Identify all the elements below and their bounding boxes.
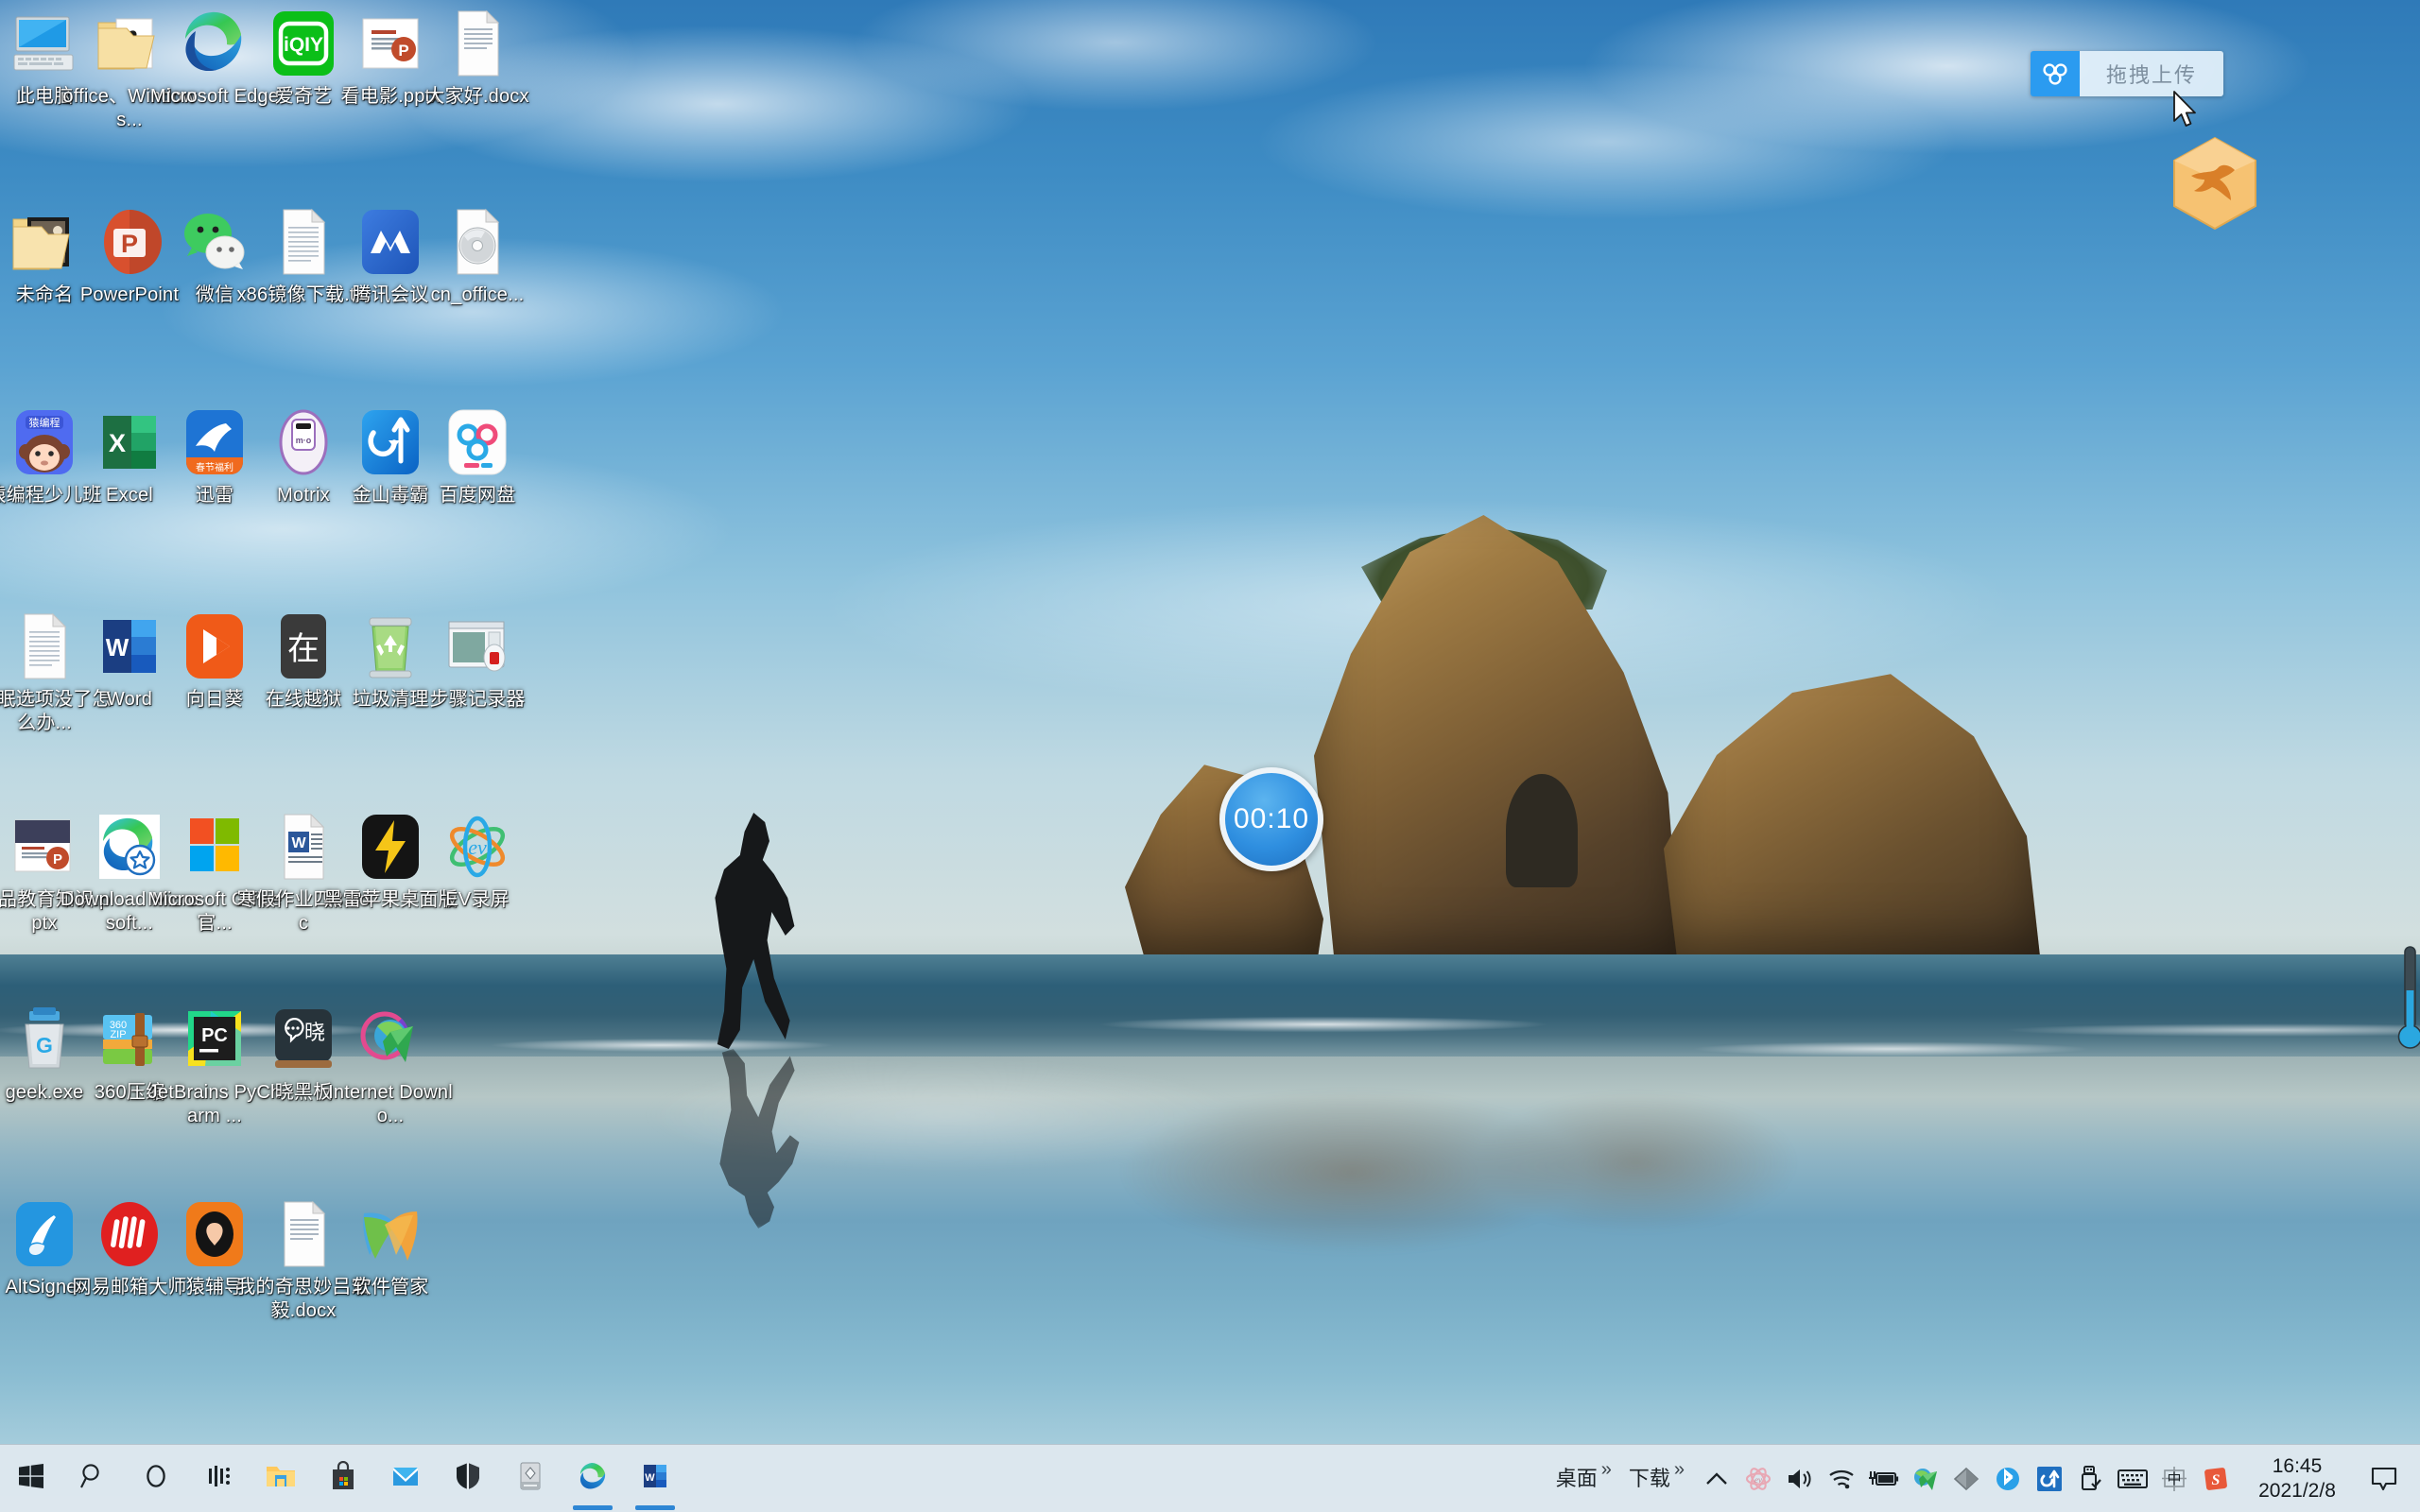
sogou-ime-tray-icon[interactable]: S <box>2195 1445 2237 1512</box>
mail-icon <box>390 1463 421 1494</box>
mail-button[interactable] <box>374 1445 437 1512</box>
countdown-timer-widget[interactable]: 00:10 <box>1219 767 1323 871</box>
desktop-icon[interactable]: 软件管家 <box>320 1198 461 1299</box>
desktop-icon[interactable]: Internet Downlo... <box>320 1004 461 1128</box>
iso-disc-icon <box>441 206 513 278</box>
toolbar-label: 下载 <box>1628 1466 1670 1490</box>
timer-value: 00:10 <box>1233 803 1310 834</box>
svg-text:S: S <box>2212 1472 2221 1488</box>
svg-text:iQIY: iQIY <box>284 34 323 56</box>
svg-text:在: 在 <box>287 630 320 668</box>
desktop-icon-label: 步骤记录器 <box>429 689 526 710</box>
tray-icon-list: ev 中 S <box>1696 1445 2237 1512</box>
desktop-icon[interactable]: cn_office... <box>406 206 548 307</box>
battery-tray-icon[interactable] <box>1862 1445 1904 1512</box>
start-button[interactable] <box>0 1445 62 1512</box>
desktop-icon-label: 软件管家 <box>352 1277 429 1297</box>
svg-text:W: W <box>106 633 130 662</box>
scanner-icon <box>517 1461 544 1496</box>
blank-doc-icon <box>441 8 513 79</box>
mouse-cursor <box>2172 91 2199 130</box>
svg-text:猿编程: 猿编程 <box>29 416 60 429</box>
microsoft-edge-icon <box>578 1461 608 1496</box>
cortana-circle-icon <box>142 1462 170 1495</box>
search-button[interactable] <box>62 1445 125 1512</box>
ev-recorder-tray-icon[interactable]: ev <box>1737 1445 1779 1512</box>
word-taskbar-button[interactable]: W <box>624 1445 686 1512</box>
svg-text:中: 中 <box>2167 1470 2181 1487</box>
desktop-icon[interactable]: 百度网盘 <box>406 406 548 507</box>
baidu-netdisk-drag-upload-widget[interactable]: 拖拽上传 <box>2031 51 2223 96</box>
kingsoft-tray-icon[interactable] <box>2029 1445 2070 1512</box>
svg-text:ZIP: ZIP <box>110 1029 126 1040</box>
scanner-button[interactable] <box>499 1445 562 1512</box>
task-view-button[interactable] <box>187 1445 250 1512</box>
svg-text:春节福利: 春节福利 <box>196 461 233 473</box>
running-indicator <box>573 1504 613 1510</box>
windows-security-button[interactable] <box>437 1445 499 1512</box>
toolbar-overflow-chevron-icon[interactable]: » <box>1598 1459 1612 1512</box>
file-explorer-icon <box>265 1462 297 1495</box>
taskbar-toolbars: 桌面» 下载» <box>1550 1445 1696 1512</box>
shield-icon <box>456 1462 480 1495</box>
taskbar-pinned-apps: W <box>0 1445 686 1512</box>
desktop-icon-label: cn_office... <box>430 284 525 305</box>
search-icon <box>79 1462 108 1495</box>
svg-text:W: W <box>291 835 306 851</box>
baidu-netdisk-cloud-icon <box>2031 51 2080 96</box>
toolbar-overflow-chevron-icon[interactable]: » <box>1670 1459 1685 1512</box>
microsoft-store-icon <box>329 1460 357 1496</box>
idm-icon <box>354 1004 426 1075</box>
bluetooth-tray-icon[interactable] <box>1987 1445 2029 1512</box>
ev-recorder-icon: ev <box>441 811 513 883</box>
microsoft-store-button[interactable] <box>312 1445 374 1512</box>
desktop-icon-label: 大家好.docx <box>425 86 529 107</box>
clock-time: 16:45 <box>2272 1454 2323 1477</box>
software-manager-icon <box>354 1198 426 1270</box>
task-view-icon <box>204 1462 233 1495</box>
desktop-icon-grid: 此电脑 office、Windows... Microsoft Edge iQI… <box>0 0 898 1399</box>
desktop-icon-label: 百度网盘 <box>439 485 516 506</box>
diamond-tray-icon[interactable] <box>1945 1445 1987 1512</box>
hexagon-bird-icon[interactable] <box>2163 132 2267 236</box>
desktop-icon[interactable]: 大家好.docx <box>406 8 548 109</box>
svg-text:m·o: m·o <box>296 436 312 445</box>
thermometer-widget[interactable] <box>2397 945 2420 1054</box>
baidu-netdisk-icon <box>441 406 513 478</box>
desktop-icon[interactable]: ev EV录屏 <box>406 811 548 912</box>
file-explorer-button[interactable] <box>250 1445 312 1512</box>
ime-mode-icon[interactable]: 中 <box>2153 1445 2195 1512</box>
taskbar-toolbar-desktop[interactable]: 桌面» <box>1550 1445 1617 1512</box>
svg-text:PC: PC <box>201 1025 228 1046</box>
show-hidden-icons-button[interactable] <box>1696 1445 1737 1512</box>
clock-date: 2021/2/8 <box>2258 1479 2336 1502</box>
toolbar-label: 桌面 <box>1555 1466 1598 1490</box>
desktop-icon[interactable]: 步骤记录器 <box>406 610 548 712</box>
word-icon: W <box>641 1461 669 1496</box>
taskbar-clock[interactable]: 16:45 2021/2/8 <box>2237 1445 2358 1512</box>
notification-center-button[interactable] <box>2358 1445 2411 1512</box>
touch-keyboard-button[interactable] <box>2112 1445 2153 1512</box>
safely-remove-hardware-icon[interactable] <box>2070 1445 2112 1512</box>
steps-recorder-icon <box>441 610 513 682</box>
drag-upload-label: 拖拽上传 <box>2080 51 2223 96</box>
edge-taskbar-button[interactable] <box>562 1445 624 1512</box>
svg-text:G: G <box>36 1033 53 1057</box>
volume-tray-icon[interactable] <box>1779 1445 1821 1512</box>
desktop-icon-label: EV录屏 <box>445 889 510 910</box>
svg-text:P: P <box>121 230 138 258</box>
svg-text:ev: ev <box>468 835 487 859</box>
svg-text:ev: ev <box>1754 1475 1762 1485</box>
windows-logo-icon <box>18 1463 44 1494</box>
system-tray: 桌面» 下载» ev 中 S 16:45 2021/2/8 <box>1550 1445 2420 1512</box>
svg-text:W: W <box>645 1472 655 1484</box>
network-tray-icon[interactable] <box>1821 1445 1862 1512</box>
running-indicator <box>635 1504 675 1510</box>
taskbar: W 桌面» 下载» ev 中 S 16:45 2021/2/8 <box>0 1444 2420 1512</box>
idm-tray-icon[interactable] <box>1904 1445 1945 1512</box>
cortana-button[interactable] <box>125 1445 187 1512</box>
svg-text:X: X <box>109 429 126 457</box>
taskbar-toolbar-downloads[interactable]: 下载» <box>1623 1445 1690 1512</box>
desktop-icon-label: Internet Downlo... <box>328 1082 453 1126</box>
